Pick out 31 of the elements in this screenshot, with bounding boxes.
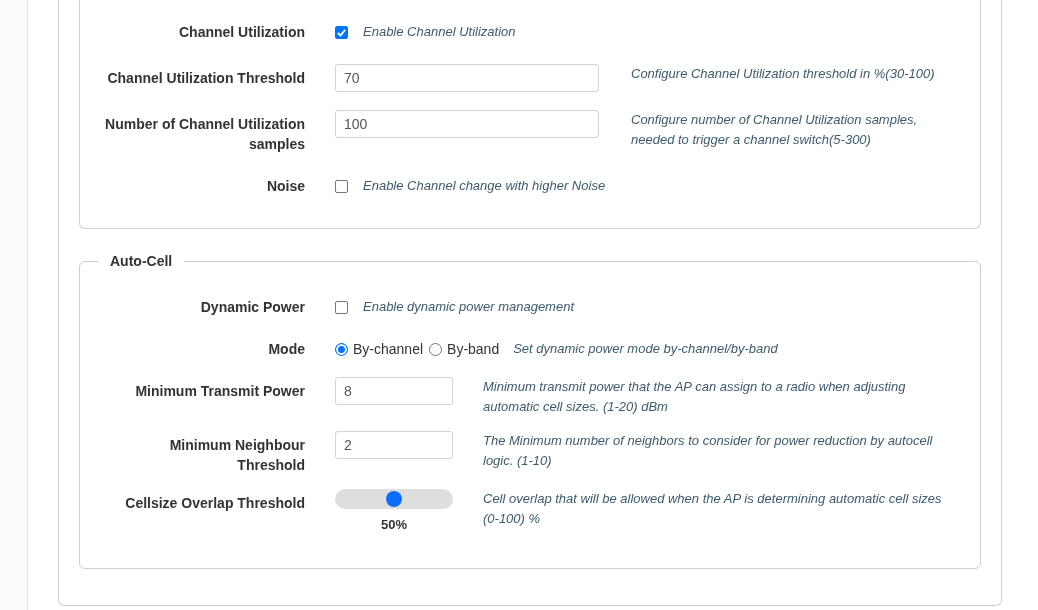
checkbox[interactable] [335, 300, 348, 314]
field-label: Minimum Neighbour Threshold [168, 436, 306, 475]
field-label: Noise [265, 177, 306, 196]
slider[interactable] [335, 489, 453, 509]
help-text: Minimum transmit power that the AP can assign to a radio when adjusting automatic cell sizes. (1-20) dBm [483, 378, 907, 416]
help-text: Configure number of Channel Utilization samples, needed to trigger a channel switch(5-300) [631, 111, 919, 149]
help-text: The Minimum number of neighbors to consider for power reduction by autocell logic. (1-10) [483, 432, 934, 470]
help-text: Set dynamic power mode by-channel/by-band [513, 340, 778, 358]
field-label: Minimum Transmit Power [134, 382, 306, 401]
input-field[interactable]: 8 [335, 377, 453, 405]
help-text: Enable dynamic power management [363, 298, 574, 316]
input-field[interactable]: 70 [335, 64, 599, 92]
field-label: Channel Utilization [178, 23, 306, 42]
radio-option[interactable]: By-channel [335, 341, 424, 357]
help-text: Configure Channel Utilization threshold in %(30-100) [631, 65, 936, 83]
input-field[interactable]: 100 [335, 110, 599, 138]
radio-option[interactable]: By-band [429, 341, 500, 357]
slider-value: 50% [381, 517, 407, 532]
field-label: Number of Channel Utilization samples [104, 115, 306, 154]
help-text: Enable Channel Utilization [363, 23, 516, 41]
field-label: Mode [267, 340, 306, 359]
field-label: Dynamic Power [199, 298, 306, 317]
field-label: Channel Utilization Threshold [106, 69, 306, 88]
checkbox[interactable] [335, 25, 348, 39]
input-field[interactable]: 2 [335, 431, 453, 459]
help-text: Enable Channel change with higher Noise [363, 177, 606, 195]
checkbox[interactable] [335, 179, 348, 193]
help-text: Cell overlap that will be allowed when the AP is determining automatic cell sizes (0-100) % [483, 490, 943, 528]
group-title: Auto-Cell [109, 253, 174, 269]
slider-thumb[interactable] [386, 491, 402, 507]
field-label: Cellsize Overlap Threshold [124, 494, 306, 513]
